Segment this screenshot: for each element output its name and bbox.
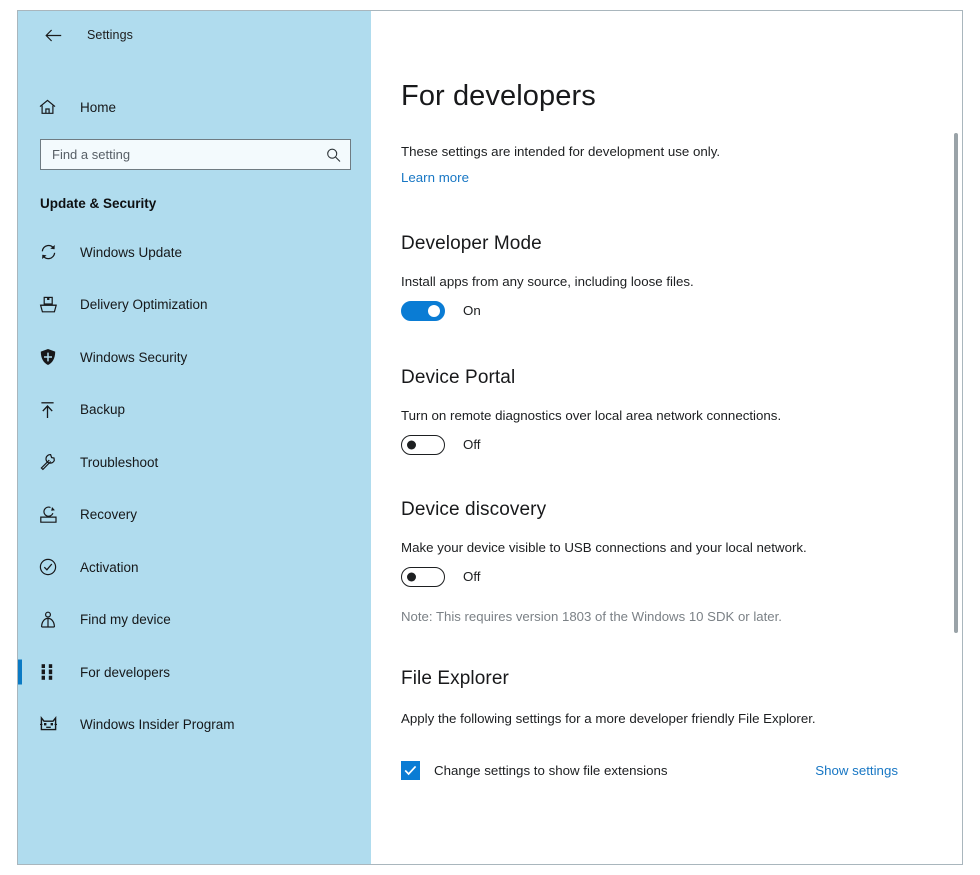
sidebar-item-label: Delivery Optimization: [80, 297, 208, 313]
toggle-state-label: Off: [463, 569, 481, 585]
sidebar-item-troubleshoot[interactable]: Troubleshoot: [18, 436, 371, 489]
sidebar-item-label: Windows Update: [80, 244, 183, 260]
section-description: Make your device visible to USB connecti…: [401, 539, 807, 555]
toggle-knob: [407, 440, 416, 450]
section-description: Turn on remote diagnostics over local ar…: [401, 407, 782, 423]
sidebar-item-label: Find my device: [80, 612, 171, 628]
section-file-explorer: File Explorer Apply the following settin…: [401, 668, 962, 780]
file-extensions-row: Change settings to show file extensions …: [401, 760, 898, 780]
sidebar-item-windows-insider-program[interactable]: Windows Insider Program: [18, 699, 371, 752]
person-location-icon: [39, 611, 67, 629]
sync-refresh-icon: [39, 243, 67, 261]
app-title: Settings: [87, 28, 133, 42]
device-discovery-toggle-row: Off: [401, 566, 962, 587]
scrollbar-thumb[interactable]: [954, 133, 958, 633]
sidebar-nav-list: Windows Update Delivery Optimization Win…: [18, 226, 371, 751]
sidebar-item-label: Windows Security: [80, 349, 188, 365]
title-bar: Settings: [18, 11, 371, 59]
ninjacat-icon: [39, 716, 67, 733]
toggle-knob: [407, 572, 416, 582]
shield-icon: [39, 348, 67, 366]
back-arrow-icon: [44, 29, 62, 42]
file-extensions-label: Change settings to show file extensions: [434, 762, 668, 778]
sidebar-item-windows-security[interactable]: Windows Security: [18, 331, 371, 384]
show-settings-link[interactable]: Show settings: [815, 763, 898, 778]
upload-arrow-icon: [39, 401, 67, 419]
intro-text: These settings are intended for developm…: [401, 144, 721, 159]
sidebar-section-title: Update & Security: [40, 196, 157, 211]
sidebar-item-for-developers[interactable]: For developers: [18, 646, 371, 699]
sidebar-item-backup[interactable]: Backup: [18, 384, 371, 437]
recovery-icon: [39, 506, 67, 524]
toggle-state-label: Off: [463, 437, 481, 453]
device-portal-toggle[interactable]: [401, 434, 445, 455]
wrench-icon: [39, 453, 67, 471]
sidebar-item-activation[interactable]: Activation: [18, 541, 371, 594]
device-portal-toggle-row: Off: [401, 434, 962, 455]
file-extensions-checkbox[interactable]: [401, 760, 420, 780]
section-device-portal: Device Portal Turn on remote diagnostics…: [401, 367, 962, 455]
section-heading: Device Portal: [401, 366, 516, 388]
developer-tools-icon: [39, 663, 67, 681]
main-content: For developers These settings are intend…: [371, 11, 962, 864]
section-heading: Device discovery: [401, 498, 547, 520]
toggle-knob: [428, 304, 440, 317]
sidebar-item-label: Backup: [80, 402, 126, 418]
sidebar-item-find-my-device[interactable]: Find my device: [18, 594, 371, 647]
search-box[interactable]: [40, 139, 351, 170]
sidebar-item-home[interactable]: Home: [18, 88, 371, 126]
checkmark-icon: [404, 765, 417, 775]
sdk-version-note: Note: This requires version 1803 of the …: [401, 608, 782, 624]
section-device-discovery: Device discovery Make your device visibl…: [401, 499, 962, 624]
check-circle-icon: [39, 558, 67, 576]
sidebar-item-label: Recovery: [80, 507, 138, 523]
learn-more-link[interactable]: Learn more: [401, 170, 469, 185]
sidebar-item-recovery[interactable]: Recovery: [18, 489, 371, 542]
sidebar-item-label: For developers: [80, 664, 171, 680]
search-input[interactable]: [41, 140, 350, 169]
sidebar-item-label: Windows Insider Program: [80, 717, 235, 733]
sidebar-item-label: Troubleshoot: [80, 454, 159, 470]
toggle-state-label: On: [463, 303, 481, 319]
sidebar-item-windows-update[interactable]: Windows Update: [18, 226, 371, 279]
scrollbar[interactable]: [953, 11, 959, 864]
sidebar: Settings Home Update & Security: [18, 11, 371, 864]
delivery-package-icon: [39, 296, 67, 314]
device-discovery-toggle[interactable]: [401, 566, 445, 587]
developer-mode-toggle[interactable]: [401, 300, 445, 321]
sidebar-item-label: Activation: [80, 559, 139, 575]
search-icon[interactable]: [326, 147, 341, 162]
settings-window: Settings Home Update & Security: [17, 10, 963, 865]
section-description: Apply the following settings for a more …: [401, 710, 816, 726]
section-description: Install apps from any source, including …: [401, 273, 694, 289]
section-heading: Developer Mode: [401, 232, 542, 254]
home-icon: [39, 99, 67, 115]
section-heading: File Explorer: [401, 667, 509, 689]
section-developer-mode: Developer Mode Install apps from any sou…: [401, 233, 962, 321]
sidebar-home-label: Home: [80, 99, 117, 115]
page-title: For developers: [401, 80, 596, 112]
sidebar-item-delivery-optimization[interactable]: Delivery Optimization: [18, 279, 371, 332]
back-button[interactable]: [36, 20, 70, 50]
developer-mode-toggle-row: On: [401, 300, 962, 321]
